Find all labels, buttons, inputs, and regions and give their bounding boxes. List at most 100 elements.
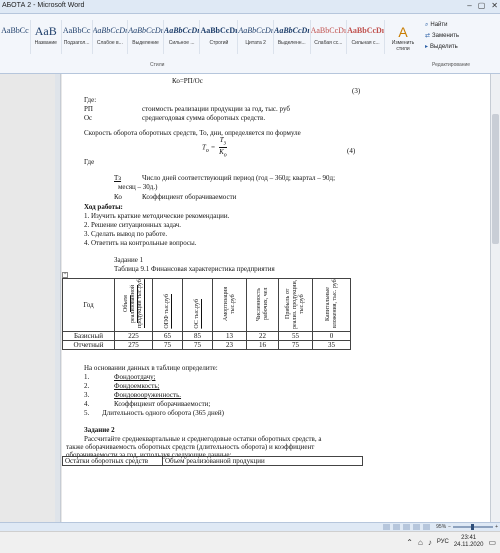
top-formula: Ко=РП/Ос xyxy=(172,77,203,85)
network-icon[interactable]: ⌂ xyxy=(418,538,423,547)
work-step: 2. Решение ситуационных задач. xyxy=(84,221,182,229)
style-name: Выделение xyxy=(132,40,159,46)
table-cell: 23 xyxy=(212,340,247,350)
tz-description-cont: месяц – 30д.) xyxy=(118,183,158,191)
notifications-icon[interactable]: ▭ xyxy=(488,538,496,547)
clock-time: 23:41 xyxy=(461,535,477,541)
scroll-thumb[interactable] xyxy=(492,114,499,244)
binoculars-icon: ⌕ xyxy=(425,22,429,28)
chevron-up-icon[interactable]: ⌃ xyxy=(406,538,413,547)
close-button[interactable]: ✕ xyxy=(491,1,498,10)
equation-number-3: (3) xyxy=(352,87,361,95)
style-name: Слабое в... xyxy=(96,40,123,46)
formula-denominator: Ко xyxy=(219,148,227,159)
maximize-button[interactable]: ▢ xyxy=(478,1,486,10)
determine-num: 2. xyxy=(84,382,90,390)
change-styles-button[interactable]: A Изменить стили xyxy=(388,24,418,52)
table-cell: 275 xyxy=(114,340,153,350)
style-sample: AaBbCcDı xyxy=(238,26,273,35)
style-tile[interactable]: AaBbCcDı Слабое в... xyxy=(93,20,129,54)
rp-text: стоимость реализации продукции за год, т… xyxy=(142,105,290,113)
style-name: Подзагол... xyxy=(63,40,90,46)
style-name: Сильная с... xyxy=(351,40,380,46)
determine-text: Фондоотдачу; xyxy=(114,373,156,381)
volume-icon[interactable]: ♪ xyxy=(428,538,432,547)
zoom-level[interactable]: 95% xyxy=(436,524,446,530)
style-tile[interactable]: AaBbCcDı Сильная с... xyxy=(347,20,386,54)
os-description: среднегодовая сумма оборотных средств. xyxy=(142,114,266,122)
zoom-control: 95% − + xyxy=(436,524,498,530)
system-tray: ⌃ ⌂ ♪ РУС 23:41 24.11.2020 ▭ xyxy=(406,535,496,549)
determine-text: Фондовооруженность. xyxy=(114,391,182,399)
zoom-knob[interactable] xyxy=(471,524,475,530)
style-name: Слабая сс... xyxy=(314,40,343,46)
print-layout-icon[interactable] xyxy=(383,524,390,530)
determine-text: Длительность одного оборота (365 дней) xyxy=(102,409,224,417)
style-tile[interactable]: AaBbCcDı Строгий xyxy=(200,20,239,54)
header-cell: Прибыль от реализ. продукции, тыс.руб xyxy=(278,278,313,332)
clock[interactable]: 23:41 24.11.2020 xyxy=(454,535,484,549)
window-title: АБОТА 2 - Microsoft Word xyxy=(2,2,85,9)
where-label-2: Где xyxy=(84,158,95,166)
determine-text: Коэффициент оборачиваемости; xyxy=(114,400,211,408)
style-name: Выделенн... xyxy=(277,40,306,46)
select-button[interactable]: ▸ Выделить xyxy=(425,42,500,53)
ko-description: Коэффициент оборачиваемости xyxy=(142,193,237,201)
header-cell: Численность рабочих, чел xyxy=(246,278,279,332)
style-tile[interactable]: AaBbCcDı Слабая сс... xyxy=(311,20,348,54)
find-button[interactable]: ⌕ Найти xyxy=(425,20,500,31)
table-cell: 65 xyxy=(152,331,183,341)
table-cell: 13 xyxy=(212,331,247,341)
style-tile[interactable]: AaBbCcDı Выделение xyxy=(128,20,164,54)
style-tile[interactable]: AaB Название xyxy=(31,20,62,54)
outline-icon[interactable] xyxy=(413,524,420,530)
style-name: Строгий xyxy=(209,40,229,46)
document-page[interactable]: Ко=РП/Ос (3) Где: РП стоимость реализаци… xyxy=(62,74,490,522)
ribbon: AaBbCc AaB Название AaBbCc Подзагол... AaB… xyxy=(0,14,500,74)
replace-icon: ⇄ xyxy=(425,33,431,39)
replace-label: Заменить xyxy=(432,33,459,39)
style-sample: AaBbCcDı xyxy=(200,26,238,35)
zoom-slider[interactable] xyxy=(453,524,494,530)
formula-left-sub: о xyxy=(205,147,209,154)
vertical-scrollbar[interactable] xyxy=(490,74,500,522)
equation-number-4: (4) xyxy=(347,147,356,155)
language-indicator[interactable]: РУС xyxy=(437,539,449,545)
header-cell: ОПФ тыс.руб xyxy=(152,278,183,332)
draft-icon[interactable] xyxy=(423,524,430,530)
style-tile[interactable]: AaBbCc Подзагол... xyxy=(62,20,93,54)
header-cell: ОС тыс.руб xyxy=(182,278,213,332)
change-styles-label: Изменить стили xyxy=(391,40,415,52)
header-cell: Капитальные вложения, тыс. руб xyxy=(312,278,351,332)
table-cell: 75 xyxy=(182,340,213,350)
formula-numerator: Тз xyxy=(219,136,227,149)
style-sample: AaBbCc xyxy=(1,26,29,35)
style-sample: AaBbCcDı xyxy=(128,26,163,35)
task-1-heading: Задание 1 xyxy=(114,256,144,264)
table-caption: Таблица 9.1 Финансовая характеристика пр… xyxy=(114,265,275,273)
style-tile[interactable]: AaBbCcDı Цитата 2 xyxy=(238,20,274,54)
zoom-in-icon[interactable]: + xyxy=(495,524,498,530)
header-text: Численность рабочих, чел xyxy=(255,287,269,321)
clock-date: 24.11.2020 xyxy=(453,542,484,548)
vertical-ruler xyxy=(55,74,61,522)
style-name: Цитата 2 xyxy=(245,40,266,46)
style-tile[interactable]: AaBbCcDı Выделенн... xyxy=(274,20,311,54)
view-buttons xyxy=(383,524,430,530)
zoom-out-icon[interactable]: − xyxy=(448,524,451,530)
table-cell: 0 xyxy=(312,331,351,341)
minimize-button[interactable]: – xyxy=(467,1,471,10)
style-tile[interactable]: AaBbCc xyxy=(0,20,31,54)
table-cell: 225 xyxy=(114,331,153,341)
speed-paragraph: Скорость оборота оборотных средств, То, … xyxy=(84,129,301,137)
full-screen-icon[interactable] xyxy=(393,524,400,530)
determine-num: 5. xyxy=(84,409,90,417)
style-tile[interactable]: AaBbCcDı Сильное ... xyxy=(164,20,201,54)
work-step: 3. Сделать вывод по работе. xyxy=(84,230,168,238)
web-layout-icon[interactable] xyxy=(403,524,410,530)
header-cell: Амортизация тыс.руб xyxy=(212,278,247,332)
styles-group-label: Стили xyxy=(150,62,165,68)
rp-description: стоимость реализации продукции за год, т… xyxy=(142,105,290,113)
replace-button[interactable]: ⇄ Заменить xyxy=(425,31,500,42)
style-sample: AaBbCcDı xyxy=(310,26,347,35)
